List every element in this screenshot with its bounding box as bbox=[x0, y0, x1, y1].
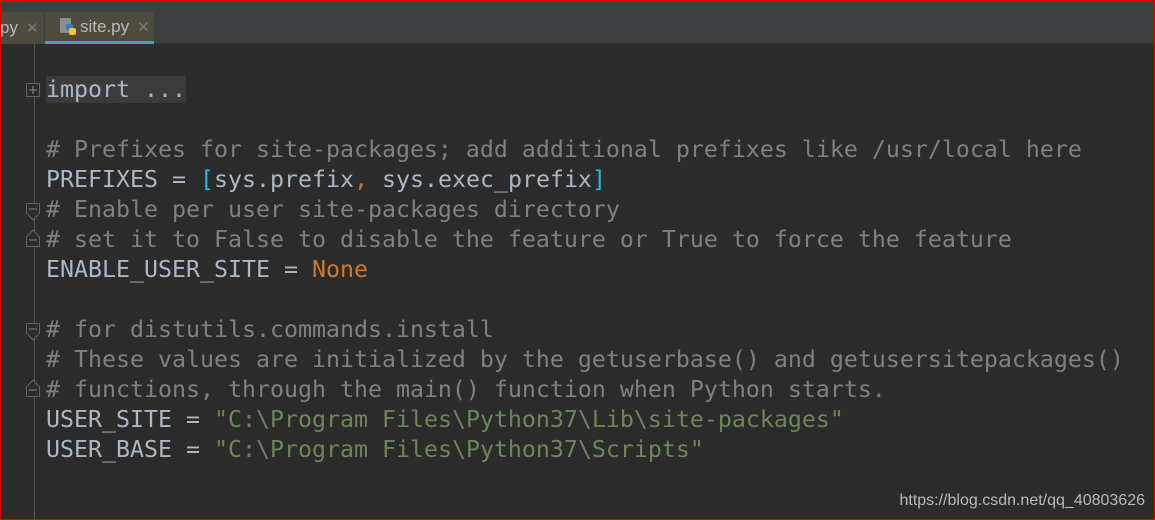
code-token: ENABLE_USER_SITE = bbox=[46, 256, 312, 283]
code-token: None bbox=[311, 256, 368, 283]
code-token: # functions, through the main() function… bbox=[46, 376, 886, 403]
code-token: "C:\Program Files\Python37\Scripts" bbox=[213, 436, 704, 463]
code-token: sys.exec_prefix bbox=[381, 166, 592, 193]
code-token: # These values are initialized by the ge… bbox=[46, 346, 1124, 373]
code-token: # set it to False to disable the feature… bbox=[46, 226, 1012, 253]
code-token: USER_BASE = bbox=[46, 436, 214, 463]
code-token: PREFIXES = bbox=[46, 166, 200, 193]
tab-label: site.py bbox=[80, 16, 130, 36]
fold-start-icon[interactable] bbox=[26, 323, 40, 341]
fold-start-icon[interactable] bbox=[26, 203, 40, 221]
watermark: https://blog.csdn.net/qq_40803626 bbox=[899, 492, 1145, 509]
code-token: USER_SITE = bbox=[46, 406, 214, 433]
code-token: ] bbox=[591, 166, 606, 193]
tab-site-py[interactable]: site.py ✕ bbox=[45, 12, 154, 44]
folded-imports[interactable]: import ... bbox=[46, 76, 186, 103]
code-line: # for distutils.commands.install bbox=[46, 315, 1124, 345]
gutter-fold-line bbox=[34, 44, 35, 520]
close-icon[interactable]: ✕ bbox=[26, 19, 39, 37]
code-line: USER_SITE = "C:\Program Files\Python37\L… bbox=[46, 405, 1124, 435]
close-icon[interactable]: ✕ bbox=[137, 18, 150, 36]
fold-end-icon[interactable] bbox=[26, 377, 40, 397]
editor-tab-bar: py ✕ site.py ✕ bbox=[0, 0, 1155, 44]
code-token: # Enable per user site-packages director… bbox=[46, 196, 620, 223]
python-file-icon bbox=[59, 17, 77, 36]
fold-end-icon[interactable] bbox=[26, 227, 40, 247]
fold-expand-icon[interactable] bbox=[26, 83, 40, 97]
code-token: # Prefixes for site-packages; add additi… bbox=[46, 136, 1082, 163]
code-line: import ... bbox=[46, 75, 1124, 105]
code-line: # These values are initialized by the ge… bbox=[46, 345, 1124, 375]
code-line: # Enable per user site-packages director… bbox=[46, 195, 1124, 225]
tab-label: py bbox=[0, 18, 18, 37]
tab-previous-file[interactable]: py ✕ bbox=[0, 12, 44, 44]
code-line: ENABLE_USER_SITE = None bbox=[46, 255, 1124, 285]
code-line: # Prefixes for site-packages; add additi… bbox=[46, 135, 1124, 165]
code-token: , bbox=[353, 166, 382, 193]
code-line: # functions, through the main() function… bbox=[46, 375, 1124, 405]
code-token: [ bbox=[199, 166, 214, 193]
code-token: # for distutils.commands.install bbox=[46, 316, 494, 343]
code-token: sys.prefix bbox=[213, 166, 354, 193]
code-editor[interactable]: import ... # Prefixes for site-packages; … bbox=[46, 75, 1124, 465]
code-line: PREFIXES = [sys.prefix, sys.exec_prefix] bbox=[46, 165, 1124, 195]
code-line: USER_BASE = "C:\Program Files\Python37\S… bbox=[46, 435, 1124, 465]
code-token: "C:\Program Files\Python37\Lib\site-pack… bbox=[213, 406, 844, 433]
code-line: # set it to False to disable the feature… bbox=[46, 225, 1124, 255]
